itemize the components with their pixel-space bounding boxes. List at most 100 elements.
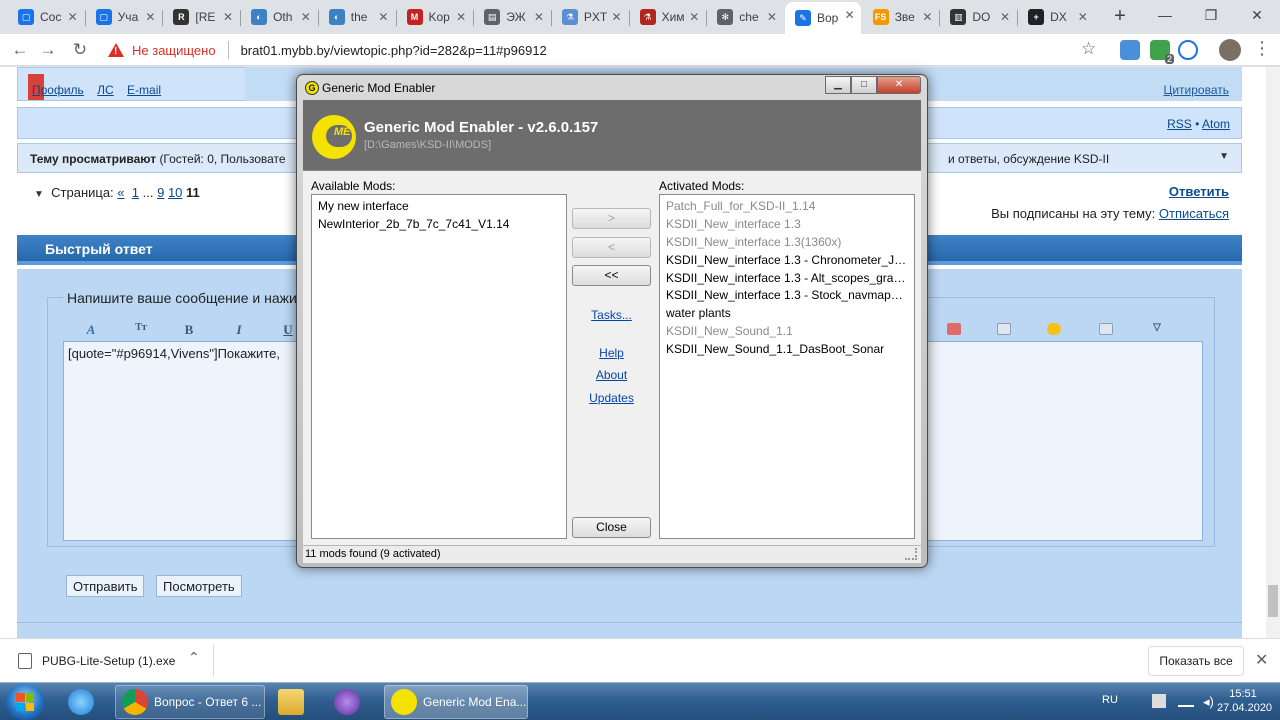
tab-close-icon[interactable]: ✕	[1078, 10, 1088, 24]
submit-button[interactable]: Отправить	[66, 575, 145, 597]
close-window-icon[interactable]: ✕	[1234, 0, 1280, 30]
pager-page-10[interactable]: 10	[168, 185, 182, 200]
pager-page-1[interactable]: 1	[132, 185, 139, 200]
resize-grip-icon[interactable]	[905, 548, 917, 560]
chevron-up-icon[interactable]: ⌃	[188, 649, 200, 666]
minimize-icon[interactable]: —	[1142, 0, 1188, 30]
deactivate-button[interactable]: <	[572, 237, 651, 258]
extension-off-icon[interactable]	[1120, 40, 1140, 60]
tab-close-icon[interactable]: ✕	[301, 10, 311, 24]
tab-close-icon[interactable]: ✕	[767, 10, 777, 24]
browser-tab[interactable]: ⚗ Хим ✕	[630, 4, 706, 30]
activated-mods-list[interactable]: Patch_Full_for_KSD-II_1.14 KSDII_New_inte…	[659, 194, 915, 539]
tab-close-icon[interactable]: ✕	[922, 10, 932, 24]
taskbar-tor[interactable]	[328, 685, 374, 719]
action-center-icon[interactable]	[1152, 694, 1166, 708]
taskbar-gme[interactable]: Generic Mod Ena...	[384, 685, 528, 719]
activated-mod-item[interactable]: KSDII_New_interface 1.3 - Stock_navmap_g…	[666, 287, 908, 305]
preview-button[interactable]: Посмотреть	[156, 575, 242, 597]
tab-close-icon[interactable]: ✕	[378, 10, 388, 24]
browser-tab[interactable]: ◐ Oth ✕	[241, 4, 317, 30]
about-link[interactable]: About	[572, 368, 651, 382]
available-mods-list[interactable]: My new interface NewInterior_2b_7b_7c_7c4…	[311, 194, 567, 539]
extension-shield-icon[interactable]: 2	[1150, 40, 1174, 64]
font-icon[interactable]: A	[83, 322, 99, 338]
extension-drop-icon[interactable]	[1178, 40, 1198, 60]
tasks-link[interactable]: Tasks...	[572, 308, 651, 322]
tab-close-icon[interactable]: ✕	[534, 10, 544, 24]
browser-tab[interactable]: ▥ DO ✕	[940, 4, 1016, 30]
chrome-menu-icon[interactable]: ⋮	[1253, 38, 1271, 59]
available-mod-item[interactable]: NewInterior_2b_7b_7c_7c41_V1.14	[318, 216, 560, 234]
email-link[interactable]: E-mail	[127, 83, 161, 97]
minimize-icon[interactable]: ▁	[825, 76, 851, 94]
reload-icon[interactable]: ↻	[68, 38, 92, 62]
spoiler-icon[interactable]	[1099, 323, 1113, 335]
activated-mod-item[interactable]: KSDII_New_interface 1.3 - Alt_scopes_gra…	[666, 270, 908, 288]
network-icon[interactable]	[1178, 695, 1194, 707]
font-size-icon[interactable]: Tт	[133, 322, 149, 333]
forward-icon[interactable]: →	[36, 38, 60, 62]
language-indicator[interactable]: RU	[1102, 694, 1118, 706]
activated-mod-item[interactable]: KSDII_New_Sound_1.1	[666, 323, 908, 341]
browser-tab[interactable]: ✎ Вор ✕	[785, 2, 861, 34]
browser-tab[interactable]: R [RE ✕	[163, 4, 239, 30]
maximize-icon[interactable]: □	[851, 76, 877, 94]
maximize-icon[interactable]: ❐	[1188, 0, 1234, 30]
tab-close-icon[interactable]: ✕	[145, 10, 155, 24]
tab-close-icon[interactable]: ✕	[1000, 10, 1010, 24]
new-tab-button[interactable]: +	[1108, 5, 1132, 29]
underline-icon[interactable]: U	[280, 322, 296, 338]
activated-mod-item[interactable]: water plants	[666, 305, 908, 323]
pm-link[interactable]: ЛС	[97, 83, 114, 97]
close-button[interactable]: Close	[572, 517, 651, 538]
address-bar[interactable]: ! Не защищено brat01.mybb.by/viewtopic.p…	[100, 36, 1110, 64]
browser-tab[interactable]: ✻ che ✕	[707, 4, 783, 30]
page-scrollbar[interactable]	[1266, 67, 1280, 638]
reply-link[interactable]: Ответить	[1169, 184, 1229, 199]
color-icon[interactable]	[947, 323, 961, 335]
pager-page-9[interactable]: 9	[157, 185, 164, 200]
more-chevron-icon[interactable]: ▽	[1149, 322, 1165, 333]
pager-prev[interactable]: «	[117, 185, 124, 200]
profile-avatar[interactable]	[1219, 39, 1241, 61]
taskbar-explorer[interactable]	[272, 685, 318, 719]
profile-link[interactable]: Профиль	[32, 83, 84, 97]
browser-tab[interactable]: M Kop ✕	[397, 4, 473, 30]
tab-close-icon[interactable]: ✕	[845, 8, 855, 22]
download-item[interactable]: PUBG-Lite-Setup (1).exe	[18, 653, 175, 669]
tab-close-icon[interactable]: ✕	[223, 10, 233, 24]
volume-icon[interactable]: ◂)	[1203, 694, 1214, 710]
rss-link[interactable]: RSS	[1167, 117, 1192, 131]
atom-link[interactable]: Atom	[1202, 117, 1230, 131]
available-mod-item[interactable]: My new interface	[318, 198, 560, 216]
browser-tab[interactable]: + DX ✕	[1018, 4, 1094, 30]
deactivate-all-button[interactable]: <<	[572, 265, 651, 286]
table-icon[interactable]	[997, 323, 1011, 335]
quote-link[interactable]: Цитировать	[1163, 83, 1229, 97]
activated-mod-item[interactable]: KSDII_New_Sound_1.1_DasBoot_Sonar	[666, 341, 908, 359]
back-icon[interactable]: ←	[8, 38, 32, 62]
close-shelf-icon[interactable]: ✕	[1255, 650, 1268, 670]
activated-mod-item[interactable]: KSDII_New_interface 1.3(1360x)	[666, 234, 908, 252]
taskbar-chrome[interactable]: Вопрос - Ответ 6 ...	[115, 685, 265, 719]
bookmark-star-icon[interactable]: ☆	[1081, 39, 1096, 59]
browser-tab[interactable]: ▢ Уча ✕	[86, 4, 162, 30]
start-button[interactable]	[6, 684, 44, 720]
activated-mod-item[interactable]: KSDII_New_interface 1.3 - Chronometer_Ju…	[666, 252, 908, 270]
browser-tab[interactable]: ▤ ЭЖ ✕	[474, 4, 550, 30]
chevron-down-icon[interactable]: ▼	[1219, 151, 1229, 162]
tab-close-icon[interactable]: ✕	[612, 10, 622, 24]
scroll-thumb[interactable]	[1268, 585, 1278, 617]
tab-close-icon[interactable]: ✕	[689, 10, 699, 24]
updates-link[interactable]: Updates	[572, 391, 651, 405]
activated-mod-item[interactable]: Patch_Full_for_KSD-II_1.14	[666, 198, 908, 216]
italic-icon[interactable]: I	[231, 322, 247, 338]
help-link[interactable]: Help	[572, 346, 651, 360]
browser-tab[interactable]: ⚗ PXT ✕	[552, 4, 628, 30]
activated-mod-item[interactable]: KSDII_New_interface 1.3	[666, 216, 908, 234]
browser-tab[interactable]: ◐ the ✕	[319, 4, 395, 30]
taskbar-ie[interactable]	[62, 685, 108, 719]
browser-tab[interactable]: ▢ Coc ✕	[8, 4, 84, 30]
clock[interactable]: 15:51 27.04.2020	[1217, 687, 1272, 715]
